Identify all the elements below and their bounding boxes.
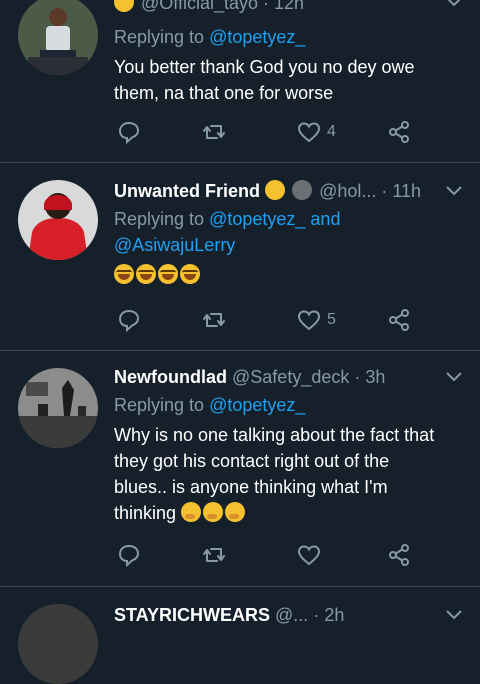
face-emoji-icon [292, 180, 313, 200]
reply-button[interactable] [117, 540, 141, 570]
chevron-down-icon[interactable] [446, 372, 462, 382]
retweet-button[interactable] [202, 117, 226, 147]
tweet-2[interactable]: Unwanted Friend @hol... · 11h Replying t… [0, 162, 480, 351]
tweet-time: 3h [365, 367, 386, 387]
heart-icon [297, 545, 321, 566]
tweet-body: Why is no one talking about the fact tha… [114, 422, 460, 526]
replying-to-link[interactable]: @topetyez_ [209, 395, 305, 415]
smile-emoji-icon [114, 0, 134, 12]
tweet-handle[interactable]: @Official_tayo [141, 0, 258, 13]
replying-prefix: Replying to [114, 27, 205, 47]
share-icon [389, 121, 409, 143]
retweet-icon [203, 125, 225, 139]
laughing-emoji-icon [114, 264, 134, 284]
tweet-time: 12h [274, 0, 305, 13]
laughing-emoji-icon [158, 264, 178, 284]
replying-to-link-2[interactable]: @AsiwajuLerry [114, 232, 460, 258]
tweet-header: STAYRICHWEARS @... · 2h [114, 605, 345, 625]
chevron-down-icon[interactable] [446, 186, 462, 196]
tweet-display-name[interactable]: Newfoundlad [114, 367, 227, 387]
chevron-down-icon[interactable] [446, 0, 462, 7]
replying-prefix: Replying to [114, 209, 205, 229]
like-button[interactable] [297, 540, 327, 570]
tweet-handle[interactable]: @Safety_deck [232, 367, 349, 387]
retweet-icon [203, 548, 225, 562]
avatar[interactable] [18, 180, 98, 260]
like-count: 4 [327, 123, 336, 140]
reply-icon [118, 544, 140, 567]
avatar[interactable] [18, 0, 98, 75]
tweet-4[interactable]: STAYRICHWEARS @... · 2h [0, 586, 480, 684]
like-button[interactable]: 5 [297, 305, 336, 335]
like-count: 5 [327, 311, 336, 328]
share-button[interactable] [387, 117, 411, 147]
tweet-header: Unwanted Friend @hol... · 11h [114, 180, 422, 201]
tweet-header: Newfoundlad @Safety_deck · 3h [114, 367, 386, 387]
heart-icon [297, 310, 321, 331]
reply-button[interactable] [117, 117, 141, 147]
share-button[interactable] [387, 540, 411, 570]
share-icon [389, 309, 409, 331]
unamused-emoji-icon [265, 180, 286, 200]
share-icon [389, 544, 409, 566]
share-button[interactable] [387, 305, 411, 335]
avatar[interactable] [18, 368, 98, 448]
laughing-emoji-icon [136, 264, 156, 284]
replying-to-link[interactable]: @topetyez_ [209, 209, 305, 229]
tweet-handle[interactable]: @... [275, 605, 308, 625]
heart-icon [297, 122, 321, 143]
reply-icon [118, 121, 140, 144]
tweet-time: 11h [392, 181, 422, 201]
avatar[interactable] [18, 604, 98, 684]
replying-to: Replying to @topetyez_ and [114, 206, 460, 232]
tweet-actions: 4 [114, 117, 410, 147]
retweet-button[interactable] [202, 305, 226, 335]
tweet-body-line: You better thank God you no dey owe [114, 57, 415, 77]
thinking-emoji-icon [225, 502, 246, 522]
replying-to: Replying to @topetyez_ [114, 392, 460, 418]
tweet-actions: 5 [114, 305, 410, 335]
replying-to-link[interactable]: @topetyez_ [209, 27, 305, 47]
tweet-actions [114, 540, 410, 570]
tweet-header: @Official_tayo · 12h [114, 0, 460, 16]
thinking-emoji-icon [181, 502, 202, 522]
retweet-button[interactable] [202, 540, 226, 570]
reply-button[interactable] [117, 305, 141, 335]
retweet-icon [203, 313, 225, 327]
tweet-body-line: thinking [114, 503, 177, 523]
replying-and: and [310, 209, 341, 229]
tweet-1[interactable]: @Official_tayo · 12h Replying to @topety… [0, 0, 480, 163]
replying-to: Replying to @topetyez_ [114, 24, 460, 50]
tweet-display-name[interactable]: Unwanted Friend [114, 181, 260, 201]
like-button[interactable]: 4 [297, 117, 336, 147]
thinking-emoji-icon [203, 502, 224, 522]
replying-prefix: Replying to [114, 395, 205, 415]
tweet-body-line: they got his contact right out of the [114, 451, 390, 471]
tweet-handle[interactable]: @hol... [319, 181, 376, 201]
reply-icon [118, 309, 140, 332]
tweet-body-line: Why is no one talking about the fact tha… [114, 425, 435, 445]
tweet-body-line: them, na that one for worse [114, 83, 334, 103]
tweet-display-name[interactable]: STAYRICHWEARS [114, 605, 270, 625]
tweet-body: You better thank God you no dey owe them… [114, 54, 460, 106]
tweet-time: 2h [324, 605, 345, 625]
tweet-body-line: blues.. is anyone thinking what I'm [114, 477, 388, 497]
tweet-3[interactable]: Newfoundlad @Safety_deck · 3h Replying t… [0, 350, 480, 587]
laughing-emoji-icon [180, 264, 200, 284]
tweet-body [114, 262, 460, 288]
